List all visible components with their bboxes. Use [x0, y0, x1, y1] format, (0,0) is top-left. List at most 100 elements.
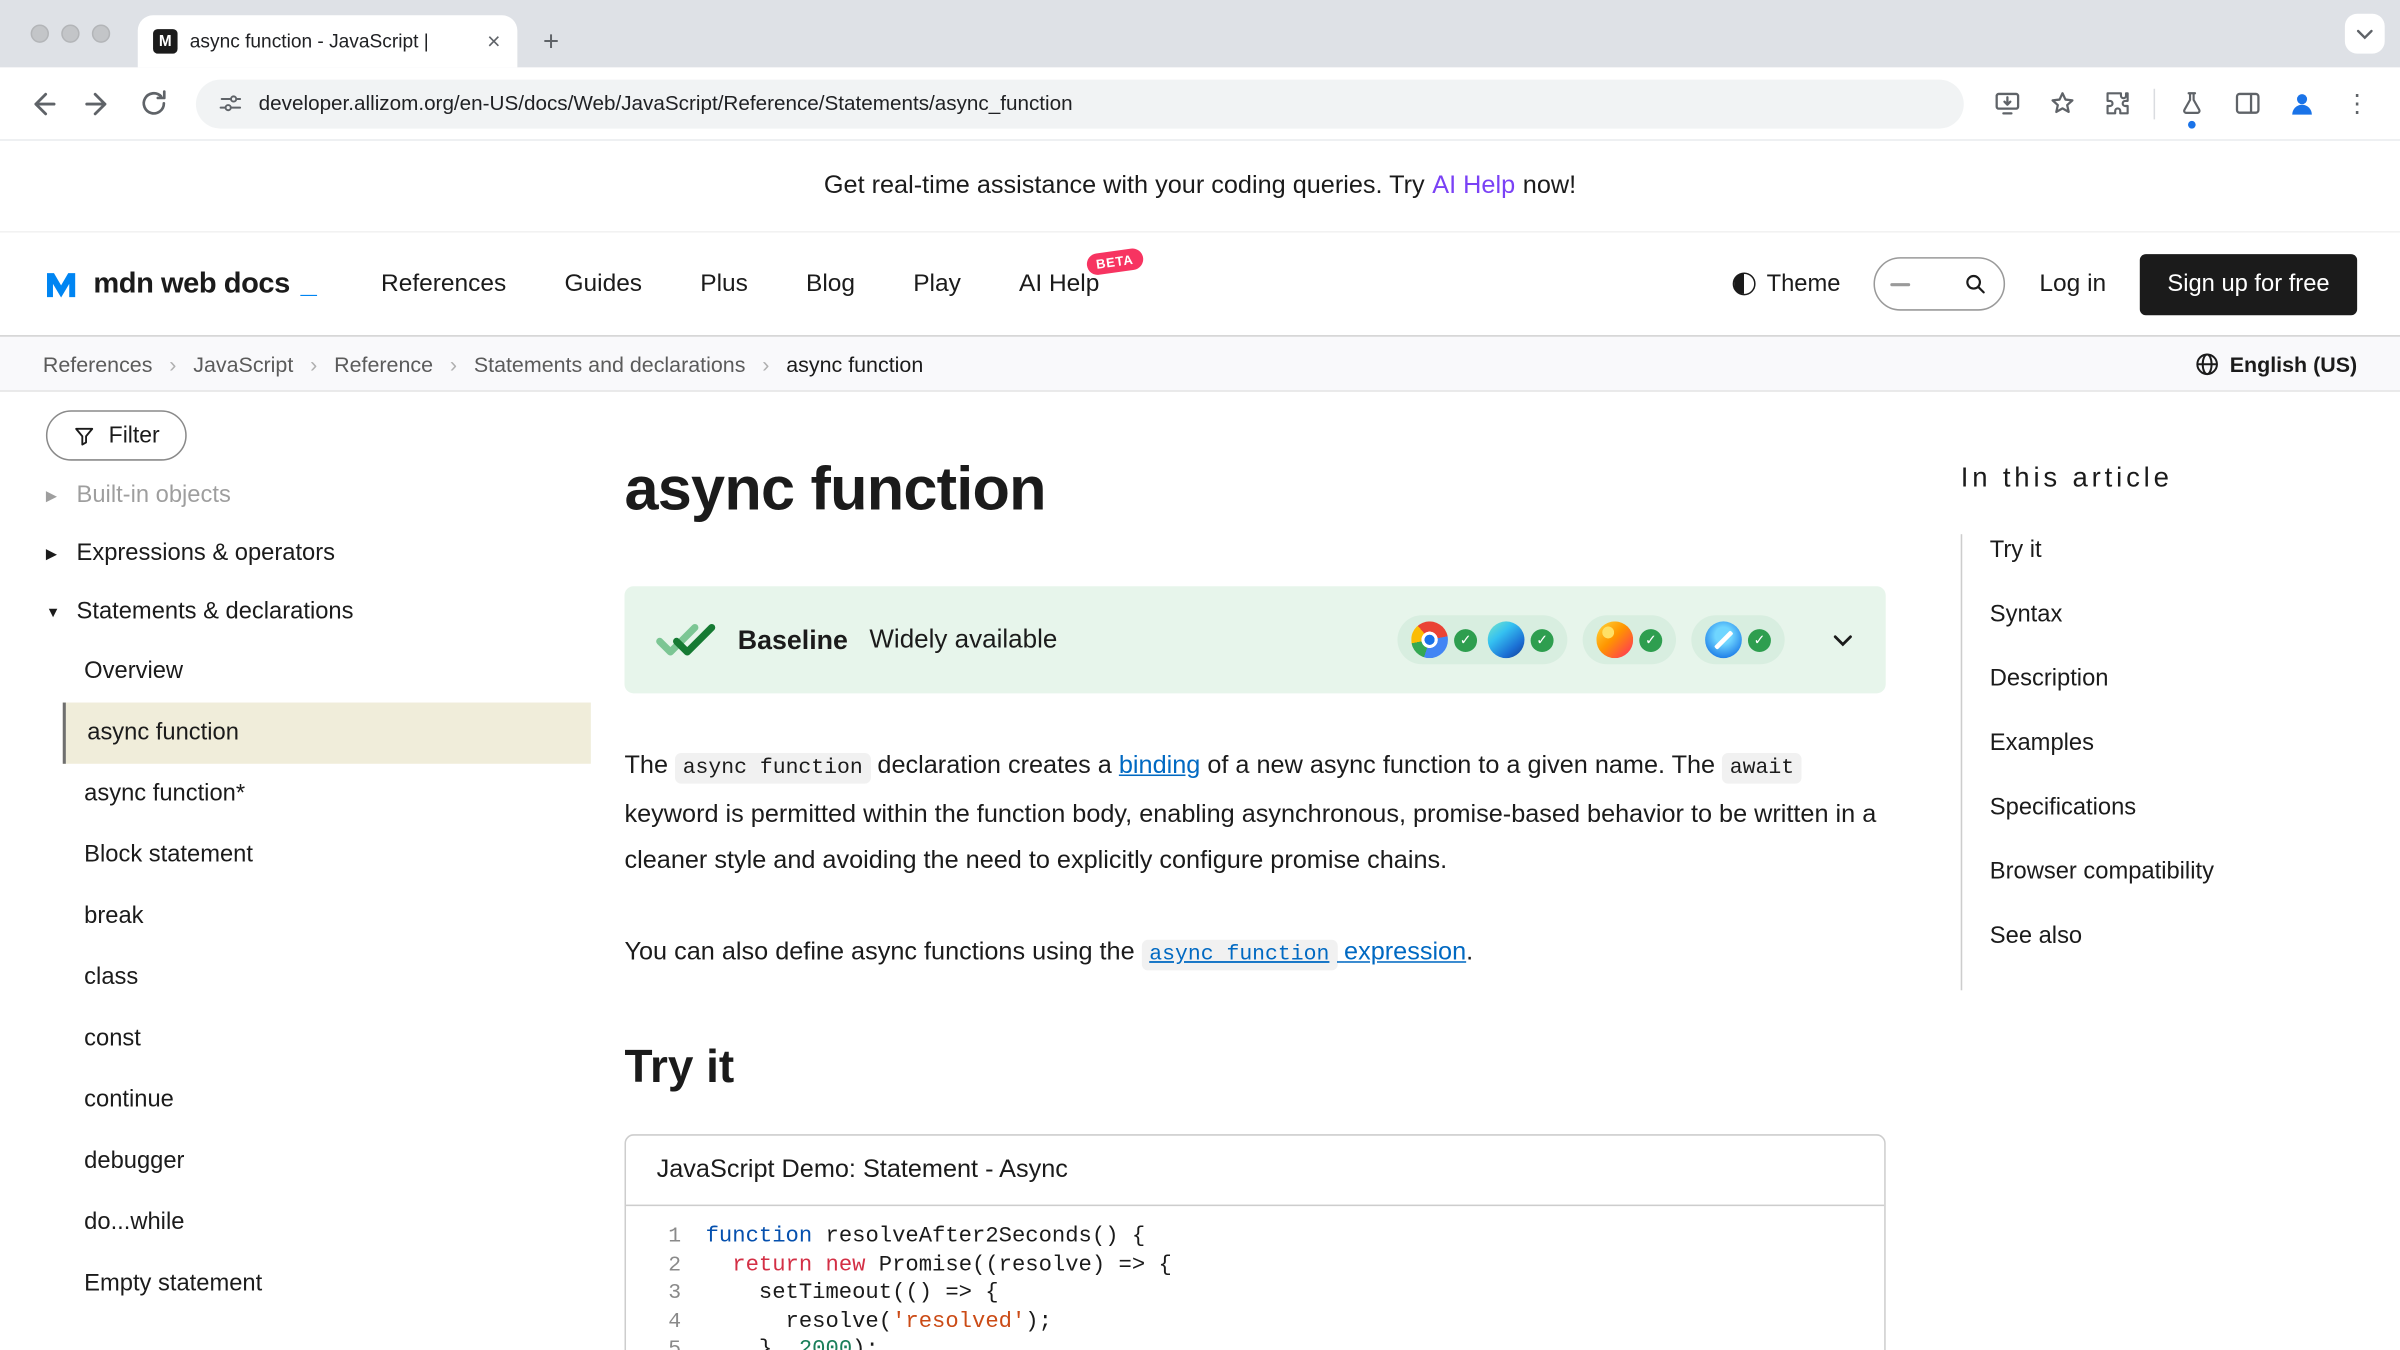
text: keyword is permitted within the function…	[624, 801, 1876, 874]
new-tab-button[interactable]: +	[530, 20, 573, 63]
window-minimize-button[interactable]	[61, 24, 79, 42]
code-line: 2 return new Promise((resolve) => {	[647, 1251, 1884, 1279]
browser-menu-icon[interactable]: ⋮	[2330, 76, 2385, 131]
sidebar-item-continue[interactable]: continue	[63, 1070, 597, 1131]
sidebar-item-break[interactable]: break	[63, 886, 597, 947]
window-zoom-button[interactable]	[92, 24, 110, 42]
nav-ai-help-label: AI Help	[1019, 270, 1099, 296]
intro-paragraph: The async function declaration creates a…	[624, 742, 1885, 883]
toc-link-specifications[interactable]: Specifications	[1990, 794, 2136, 820]
back-button[interactable]	[15, 76, 70, 131]
window-close-button[interactable]	[31, 24, 49, 42]
sidebar-item-block-statement[interactable]: Block statement	[63, 825, 597, 886]
header-actions: Theme Log in Sign up for free	[1733, 253, 2357, 314]
chrome-icon	[1411, 621, 1448, 658]
promo-banner: Get real-time assistance with your codin…	[0, 141, 2400, 233]
tab-search-button[interactable]	[2345, 14, 2385, 54]
browser-tab-strip: M async function - JavaScript | × +	[0, 0, 2400, 67]
profile-button[interactable]	[2274, 76, 2329, 131]
theme-button[interactable]: Theme	[1733, 270, 1841, 298]
sidebar-item-async-function-star[interactable]: async function*	[63, 764, 597, 825]
sidebar-item-do-while[interactable]: do...while	[63, 1192, 597, 1253]
nav-guides[interactable]: Guides	[564, 270, 642, 298]
site-controls-icon[interactable]	[217, 90, 243, 116]
toc-link-description[interactable]: Description	[1990, 666, 2109, 692]
toc-link-see-also[interactable]: See also	[1990, 923, 2082, 949]
sidebar-nav: ▶ Built-in objects ▶ Expressions & opera…	[43, 467, 597, 1315]
signup-button[interactable]: Sign up for free	[2140, 253, 2357, 314]
code-token: resolve(	[706, 1308, 892, 1336]
sidebar-item-label: Expressions & operators	[77, 540, 335, 568]
text: You can also define async functions usin…	[624, 938, 1141, 966]
toc-link-browser-compatibility[interactable]: Browser compatibility	[1990, 859, 2214, 885]
browser-tab[interactable]: M async function - JavaScript | ×	[138, 15, 518, 67]
language-switcher[interactable]: English (US)	[2195, 351, 2358, 375]
sidebar-item-const[interactable]: const	[63, 1009, 597, 1070]
mdn-logo[interactable]: mdn web docs_	[43, 264, 317, 304]
line-number: 2	[647, 1251, 681, 1279]
article: async function Baseline Widely available…	[597, 392, 1886, 1350]
sync-status-dot	[2188, 120, 2196, 128]
caret-right-icon: ▶	[46, 546, 63, 563]
bookmark-button[interactable]	[2034, 76, 2089, 131]
side-panel-button[interactable]	[2219, 76, 2274, 131]
sidebar-section-statements-declarations[interactable]: ▼ Statements & declarations	[43, 583, 597, 641]
line-number: 1	[647, 1223, 681, 1251]
check-icon: ✓	[1454, 628, 1477, 651]
forward-button[interactable]	[70, 76, 125, 131]
nav-play[interactable]: Play	[913, 270, 961, 298]
search-input[interactable]	[1874, 257, 2006, 311]
forward-arrow-icon	[81, 86, 115, 120]
toc-link-syntax[interactable]: Syntax	[1990, 602, 2063, 628]
login-link[interactable]: Log in	[2039, 270, 2106, 298]
breadcrumb-reference[interactable]: Reference	[334, 351, 433, 375]
site-header: mdn web docs_ References Guides Plus Blo…	[0, 233, 2400, 337]
line-number: 3	[647, 1280, 681, 1308]
breadcrumb-references[interactable]: References	[43, 351, 153, 375]
baseline-expand-chevron-icon[interactable]	[1831, 628, 1855, 652]
main-nav: References Guides Plus Blog Play AI Help…	[381, 270, 1099, 298]
reload-button[interactable]	[126, 76, 181, 131]
back-arrow-icon	[26, 86, 60, 120]
ai-help-link[interactable]: AI Help	[1432, 171, 1515, 200]
text: The	[624, 752, 675, 780]
sidebar-item-built-in-objects[interactable]: ▶ Built-in objects	[43, 467, 597, 525]
toc-link-examples[interactable]: Examples	[1990, 730, 2094, 756]
nav-ai-help[interactable]: AI HelpBETA	[1019, 270, 1099, 298]
install-button[interactable]	[1979, 76, 2034, 131]
language-label: English (US)	[2230, 351, 2357, 375]
chevron-down-icon	[2354, 23, 2375, 44]
filter-button[interactable]: Filter	[46, 410, 187, 461]
nav-plus[interactable]: Plus	[700, 270, 748, 298]
baseline-label: Baseline	[738, 624, 848, 656]
binding-link[interactable]: binding	[1119, 752, 1200, 780]
baseline-status: Widely available	[869, 624, 1057, 655]
sidebar-item-debugger[interactable]: debugger	[63, 1131, 597, 1192]
extensions-button[interactable]	[2089, 76, 2144, 131]
async-function-expression-link[interactable]: async function expression	[1142, 938, 1467, 966]
sidebar-item-empty-statement[interactable]: Empty statement	[63, 1254, 597, 1315]
breadcrumb-javascript[interactable]: JavaScript	[193, 351, 293, 375]
code-line: 3 setTimeout(() => {	[647, 1280, 1884, 1308]
nav-references[interactable]: References	[381, 270, 506, 298]
baseline-double-check-icon	[655, 621, 716, 658]
sidebar-item-overview[interactable]: Overview	[63, 641, 597, 702]
experiments-button[interactable]	[2164, 76, 2219, 131]
search-icon[interactable]	[1963, 271, 1989, 297]
nav-blog[interactable]: Blog	[806, 270, 855, 298]
breadcrumb-statements[interactable]: Statements and declarations	[474, 351, 746, 375]
page-title: async function	[624, 456, 1885, 525]
mdn-logo-underscore: _	[301, 267, 317, 301]
extensions-puzzle-icon	[2101, 87, 2133, 119]
sidebar-item-class[interactable]: class	[63, 947, 597, 1008]
filter-label: Filter	[109, 422, 160, 448]
firefox-icon	[1596, 621, 1633, 658]
code-editor[interactable]: 1 function resolveAfter2Seconds() { 2 re…	[626, 1206, 1884, 1350]
inline-code-async-function-link: async function	[1142, 940, 1337, 971]
address-bar[interactable]: developer.allizom.org/en-US/docs/Web/Jav…	[196, 79, 1964, 128]
sidebar-item-async-function-active[interactable]: async function	[63, 703, 591, 764]
tab-close-icon[interactable]: ×	[483, 28, 506, 54]
flask-icon	[2177, 88, 2208, 119]
sidebar-section-expressions-operators[interactable]: ▶ Expressions & operators	[43, 525, 597, 583]
toc-link-try-it[interactable]: Try it	[1990, 537, 2042, 563]
